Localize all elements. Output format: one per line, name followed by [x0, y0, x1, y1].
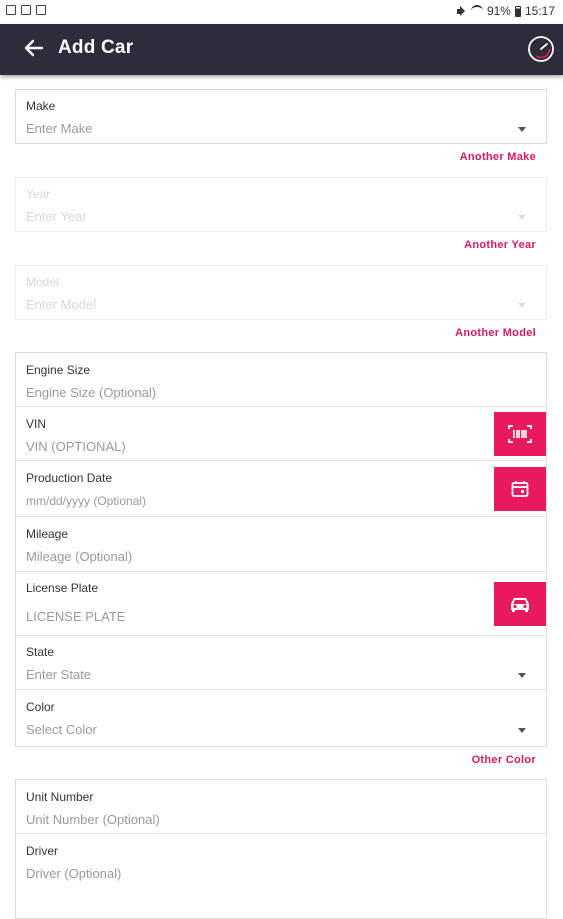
assignment-card: Unit Number Unit Number (Optional) Drive…	[15, 779, 547, 919]
year-field: Year Enter Year	[15, 177, 547, 232]
color-input[interactable]: Select Color	[26, 722, 97, 737]
year-label: Year	[26, 187, 51, 201]
details-card: Engine Size Engine Size (Optional) VIN V…	[15, 352, 547, 747]
engine-size-field[interactable]: Engine Size Engine Size (Optional)	[16, 353, 546, 407]
scan-plate-button[interactable]	[494, 582, 546, 626]
barcode-icon	[508, 425, 532, 443]
mileage-label: Mileage	[26, 527, 69, 541]
vin-input[interactable]: VIN (OPTIONAL)	[26, 439, 126, 454]
battery-icon	[514, 5, 521, 17]
model-label: Model	[26, 275, 59, 289]
state-label: State	[26, 645, 55, 659]
gallery-notification-icon	[6, 5, 16, 15]
clock: 15:17	[524, 4, 555, 18]
state-field[interactable]: State Enter State	[16, 636, 546, 690]
mileage-input[interactable]: Mileage (Optional)	[26, 549, 132, 564]
driver-field[interactable]: Driver Driver (Optional)	[16, 834, 546, 888]
chevron-down-icon[interactable]	[518, 728, 526, 733]
another-make-link[interactable]: Another Make	[460, 151, 536, 163]
app-bar: Add Car	[0, 24, 563, 75]
model-input: Enter Model	[26, 297, 97, 312]
scan-vin-button[interactable]	[494, 412, 546, 456]
chevron-down-icon[interactable]	[518, 127, 526, 132]
production-date-field[interactable]: Production Date mm/dd/yyyy (Optional)	[16, 461, 546, 517]
mute-icon	[456, 6, 467, 16]
calendar-icon	[511, 481, 529, 497]
vin-field[interactable]: VIN VIN (OPTIONAL)	[16, 407, 546, 461]
color-field[interactable]: Color Select Color	[16, 690, 546, 746]
production-date-input[interactable]: mm/dd/yyyy (Optional)	[26, 494, 146, 508]
status-bar: 91% 15:17	[0, 0, 563, 24]
make-field[interactable]: Make Enter Make	[15, 89, 547, 144]
another-model-link[interactable]: Another Model	[455, 327, 536, 339]
unit-number-input[interactable]: Unit Number (Optional)	[26, 812, 160, 827]
mileage-field[interactable]: Mileage Mileage (Optional)	[16, 517, 546, 572]
battery-percent: 91%	[486, 4, 511, 18]
chevron-down-icon	[518, 303, 526, 308]
chevron-down-icon[interactable]	[518, 673, 526, 678]
pick-date-button[interactable]	[494, 467, 546, 511]
page-title: Add Car	[58, 37, 134, 58]
wifi-icon	[470, 5, 483, 17]
driver-label: Driver	[26, 844, 58, 858]
license-plate-label: License Plate	[26, 581, 99, 595]
make-label: Make	[26, 99, 56, 113]
engine-size-input[interactable]: Engine Size (Optional)	[26, 385, 156, 400]
make-input[interactable]: Enter Make	[26, 121, 92, 136]
engine-size-label: Engine Size	[26, 363, 91, 377]
state-input[interactable]: Enter State	[26, 667, 91, 682]
driver-input[interactable]: Driver (Optional)	[26, 866, 121, 881]
speedometer-icon[interactable]	[527, 35, 555, 63]
vin-label: VIN	[26, 417, 47, 431]
license-plate-field[interactable]: License Plate LICENSE PLATE	[16, 572, 546, 636]
color-label: Color	[26, 700, 55, 714]
other-color-link[interactable]: Other Color	[472, 754, 536, 766]
another-year-link[interactable]: Another Year	[464, 239, 536, 251]
chevron-down-icon	[518, 215, 526, 220]
unit-number-field[interactable]: Unit Number Unit Number (Optional)	[16, 780, 546, 834]
file-notification-icon	[36, 5, 46, 15]
year-input: Enter Year	[26, 209, 87, 224]
car-icon	[511, 598, 529, 612]
production-date-label: Production Date	[26, 471, 113, 485]
arrow-left-icon[interactable]	[24, 38, 44, 58]
media-notification-icon	[21, 5, 31, 15]
model-field: Model Enter Model	[15, 265, 547, 320]
unit-number-label: Unit Number	[26, 790, 94, 804]
license-plate-input[interactable]: LICENSE PLATE	[26, 609, 125, 624]
